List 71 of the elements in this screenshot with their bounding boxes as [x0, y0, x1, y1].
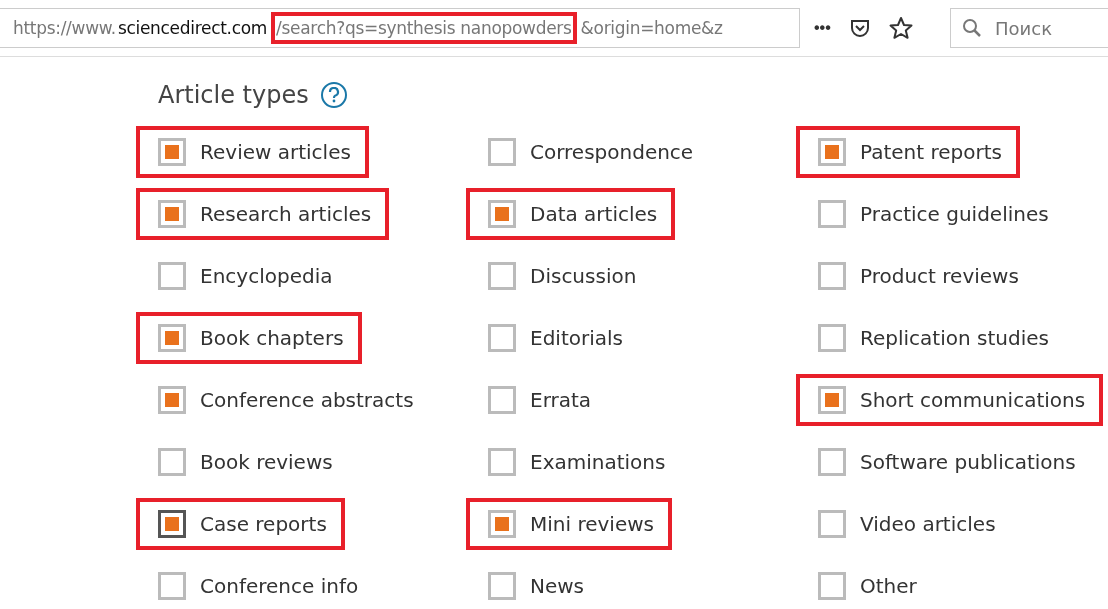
checkbox[interactable]	[818, 386, 846, 414]
option-label: Data articles	[530, 202, 658, 226]
checkbox[interactable]	[488, 386, 516, 414]
option-label: Book reviews	[200, 450, 333, 474]
option-label: Conference info	[200, 574, 359, 598]
checkbox[interactable]	[488, 138, 516, 166]
filter-option[interactable]: Conference abstracts	[136, 374, 432, 426]
checkbox[interactable]	[488, 324, 516, 352]
checkbox[interactable]	[158, 200, 186, 228]
checkbox[interactable]	[158, 572, 186, 600]
search-field[interactable]: Поиск	[950, 8, 1108, 48]
pocket-icon[interactable]	[848, 17, 871, 39]
checkbox[interactable]	[158, 138, 186, 166]
option-label: Errata	[530, 388, 592, 412]
checkbox[interactable]	[488, 262, 516, 290]
filter-option[interactable]: Product reviews	[796, 250, 1037, 302]
filter-option[interactable]: News	[466, 560, 603, 609]
option-label: Review articles	[200, 140, 351, 164]
option-label: Book chapters	[200, 326, 344, 350]
option-label: Patent reports	[860, 140, 1002, 164]
filter-option[interactable]: Replication studies	[796, 312, 1067, 364]
option-label: Editorials	[530, 326, 623, 350]
filter-option[interactable]: Correspondence	[466, 126, 712, 178]
option-label: Product reviews	[860, 264, 1019, 288]
checkbox[interactable]	[818, 138, 846, 166]
checkbox[interactable]	[818, 200, 846, 228]
help-icon[interactable]	[320, 82, 347, 108]
section-title: Article types	[158, 81, 309, 109]
filter-option[interactable]: Other	[796, 560, 935, 609]
filter-option[interactable]: Video articles	[796, 498, 1014, 550]
address-bar[interactable]: https://www.sciencedirect.com /search?qs=synthesis nanopowders &origin=home&z	[0, 8, 800, 48]
option-label: Research articles	[200, 202, 372, 226]
checkbox[interactable]	[818, 572, 846, 600]
checkbox[interactable]	[158, 510, 186, 538]
filter-option[interactable]: Discussion	[466, 250, 655, 302]
checkbox[interactable]	[818, 262, 846, 290]
filter-option[interactable]: Editorials	[466, 312, 641, 364]
star-icon[interactable]	[888, 16, 913, 40]
checkbox[interactable]	[488, 572, 516, 600]
filter-option[interactable]: Encyclopedia	[136, 250, 351, 302]
option-label: Other	[860, 574, 917, 598]
option-label: Discussion	[530, 264, 637, 288]
option-label: Conference abstracts	[200, 388, 414, 412]
option-label: Practice guidelines	[860, 202, 1049, 226]
checkbox[interactable]	[158, 324, 186, 352]
option-label: Software publications	[860, 450, 1076, 474]
option-label: Encyclopedia	[200, 264, 333, 288]
checkbox[interactable]	[488, 200, 516, 228]
option-label: Video articles	[860, 512, 996, 536]
option-label: Examinations	[530, 450, 666, 474]
option-label: Short communications	[860, 388, 1086, 412]
filter-option[interactable]: Examinations	[466, 436, 684, 488]
filter-option[interactable]: Conference info	[136, 560, 377, 609]
checkbox[interactable]	[158, 386, 186, 414]
filter-option[interactable]: Practice guidelines	[796, 188, 1067, 240]
checkbox[interactable]	[818, 324, 846, 352]
checkbox[interactable]	[158, 262, 186, 290]
filter-option[interactable]: Errata	[466, 374, 610, 426]
more-button[interactable]: •••	[814, 19, 831, 37]
filter-option[interactable]: Book reviews	[136, 436, 351, 488]
checkbox[interactable]	[488, 448, 516, 476]
option-label: Case reports	[200, 512, 327, 536]
option-label: Mini reviews	[530, 512, 654, 536]
option-label: Replication studies	[860, 326, 1049, 350]
checkbox[interactable]	[818, 448, 846, 476]
checkbox[interactable]	[488, 510, 516, 538]
option-label: Correspondence	[530, 140, 694, 164]
option-label: News	[530, 574, 585, 598]
filter-option[interactable]: Software publications	[796, 436, 1094, 488]
checkbox[interactable]	[818, 510, 846, 538]
checkbox[interactable]	[158, 448, 186, 476]
